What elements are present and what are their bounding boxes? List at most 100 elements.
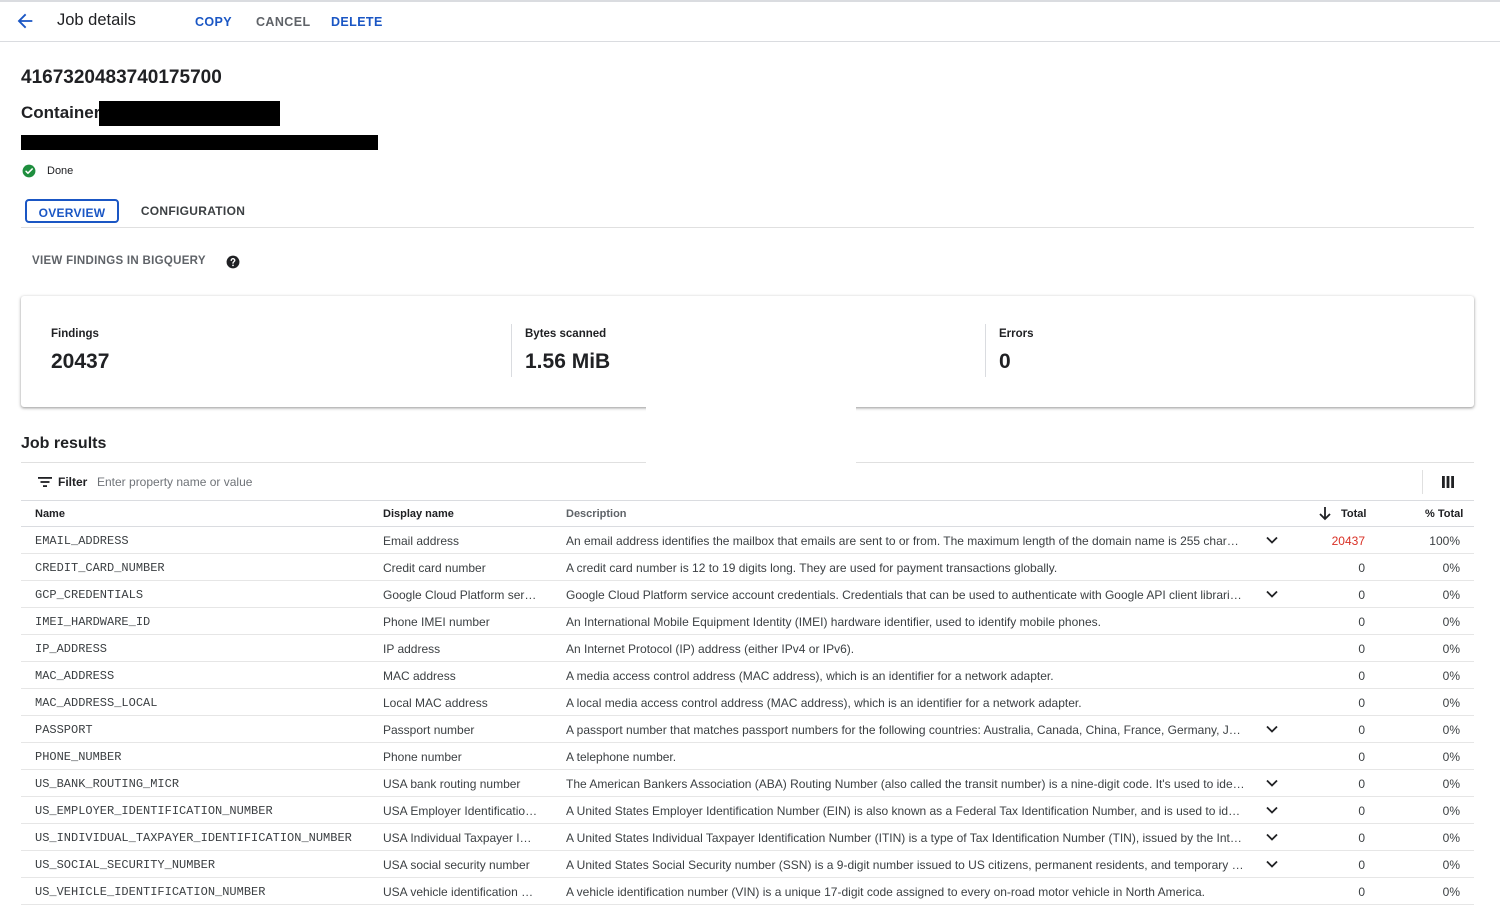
- cell-name: EMAIL_ADDRESS: [35, 534, 129, 548]
- cell-display-name: IP address: [383, 642, 441, 656]
- cell-name: US_INDIVIDUAL_TAXPAYER_IDENTIFICATION_NU…: [35, 831, 352, 845]
- redacted-container-name: [99, 101, 280, 126]
- table-row[interactable]: US_EMPLOYER_IDENTIFICATION_NUMBER USA Emp…: [21, 797, 1474, 824]
- cell-name: US_BANK_ROUTING_MICR: [35, 777, 180, 791]
- cell-display-name: Phone number: [383, 750, 462, 764]
- table-row[interactable]: MAC_ADDRESS_LOCAL Local MAC address A loca…: [21, 689, 1474, 716]
- stat-divider: [511, 324, 512, 377]
- cell-total: 0: [1358, 669, 1365, 683]
- cell-name: US_VEHICLE_IDENTIFICATION_NUMBER: [35, 885, 266, 899]
- cell-description: A media access control address (MAC addr…: [566, 669, 1054, 683]
- chevron-down-icon[interactable]: [1264, 721, 1280, 737]
- cell-name: CREDIT_CARD_NUMBER: [35, 561, 165, 575]
- cell-total: 0: [1358, 804, 1365, 818]
- delete-button[interactable]: DELETE: [331, 15, 383, 29]
- cell-total: 20437: [1331, 534, 1365, 548]
- cell-description: An Internet Protocol (IP) address (eithe…: [566, 642, 855, 656]
- status-text: Done: [47, 165, 74, 177]
- cell-display-name: USA Employer Identificatio…: [383, 804, 538, 818]
- tab-configuration[interactable]: CONFIGURATION: [135, 199, 251, 223]
- chevron-down-icon[interactable]: [1264, 586, 1280, 602]
- cell-total: 0: [1358, 858, 1365, 872]
- help-icon[interactable]: [226, 255, 240, 269]
- table-row[interactable]: US_BANK_ROUTING_MICR USA bank routing num…: [21, 770, 1474, 797]
- cell-percent-total: 0%: [1442, 588, 1460, 602]
- column-header-description[interactable]: Description: [566, 508, 627, 520]
- cell-description: A passport number that matches passport …: [566, 723, 1246, 737]
- table-row[interactable]: MAC_ADDRESS MAC address A media access con…: [21, 662, 1474, 689]
- chevron-down-icon[interactable]: [1264, 532, 1280, 548]
- table-row[interactable]: EMAIL_ADDRESS Email address An email addre…: [21, 527, 1474, 554]
- column-header-name[interactable]: Name: [35, 508, 65, 520]
- table-row[interactable]: PASSPORT Passport number A passport number…: [21, 716, 1474, 743]
- column-display-icon[interactable]: [1442, 476, 1454, 488]
- cell-display-name: Email address: [383, 534, 460, 548]
- cell-total: 0: [1358, 885, 1365, 899]
- errors-value: 0: [999, 350, 1011, 373]
- cell-percent-total: 0%: [1442, 669, 1460, 683]
- chevron-down-icon[interactable]: [1264, 829, 1280, 845]
- tab-overview[interactable]: OVERVIEW: [25, 199, 119, 223]
- table-row[interactable]: US_SOCIAL_SECURITY_NUMBER USA social secu…: [21, 851, 1474, 878]
- cell-percent-total: 0%: [1442, 561, 1460, 575]
- chevron-down-icon[interactable]: [1264, 802, 1280, 818]
- container-label: Container:: [21, 103, 106, 122]
- toolbar-divider: [1422, 470, 1423, 494]
- chevron-down-icon[interactable]: [1264, 775, 1280, 791]
- cell-description: A telephone number.: [566, 750, 677, 764]
- sort-descending-icon[interactable]: [1319, 507, 1331, 521]
- cell-name: IP_ADDRESS: [35, 642, 108, 656]
- copy-button[interactable]: COPY: [195, 15, 232, 29]
- table-row[interactable]: IP_ADDRESS IP address An Internet Protocol…: [21, 635, 1474, 662]
- table-row[interactable]: US_VEHICLE_IDENTIFICATION_NUMBER USA vehi…: [21, 878, 1474, 905]
- cell-total: 0: [1358, 831, 1365, 845]
- cell-total: 0: [1358, 561, 1365, 575]
- cell-description: A local media access control address (MA…: [566, 696, 1082, 710]
- cell-percent-total: 0%: [1442, 885, 1460, 899]
- table-row[interactable]: GCP_CREDENTIALS Google Cloud Platform ser…: [21, 581, 1474, 608]
- column-header-total[interactable]: Total: [1341, 508, 1366, 520]
- cell-name: PHONE_NUMBER: [35, 750, 122, 764]
- tab-divider: [21, 227, 1474, 228]
- table-row[interactable]: PHONE_NUMBER Phone number A telephone numb…: [21, 743, 1474, 770]
- top-bar: Job details COPY CANCEL DELETE: [0, 0, 1500, 42]
- blank-region: [646, 403, 856, 503]
- job-id: 4167320483740175700: [21, 67, 222, 88]
- cell-display-name: USA social security number: [383, 858, 530, 872]
- redacted-container-path: [21, 135, 378, 150]
- job-results-title: Job results: [21, 435, 107, 452]
- summary-card: Findings 20437 Bytes scanned 1.56 MiB Er…: [21, 296, 1474, 407]
- cell-description: A vehicle identification number (VIN) is…: [566, 885, 1205, 899]
- arrow-back-icon[interactable]: [14, 10, 36, 32]
- cell-percent-total: 0%: [1442, 723, 1460, 737]
- view-findings-bigquery-link[interactable]: VIEW FINDINGS IN BIGQUERY: [32, 255, 206, 267]
- cell-total: 0: [1358, 696, 1365, 710]
- cell-percent-total: 0%: [1442, 804, 1460, 818]
- table-row[interactable]: CREDIT_CARD_NUMBER Credit card number A cr…: [21, 554, 1474, 581]
- filter-icon[interactable]: [38, 476, 52, 488]
- cell-display-name: Google Cloud Platform ser…: [383, 588, 537, 602]
- column-header-percent-total[interactable]: % Total: [1425, 508, 1463, 520]
- check-circle-icon: [22, 164, 36, 178]
- cell-description: A United States Social Security number (…: [566, 858, 1246, 872]
- cell-total: 0: [1358, 750, 1365, 764]
- cell-percent-total: 0%: [1442, 696, 1460, 710]
- cell-display-name: USA Individual Taxpayer Id…: [383, 831, 538, 845]
- filter-label[interactable]: Filter: [58, 475, 87, 489]
- cell-description: A United States Employer Identification …: [566, 804, 1246, 818]
- cell-name: IMEI_HARDWARE_ID: [35, 615, 151, 629]
- cancel-button[interactable]: CANCEL: [256, 15, 310, 29]
- cell-display-name: Phone IMEI number: [383, 615, 490, 629]
- cell-description: A United States Individual Taxpayer Iden…: [566, 831, 1242, 845]
- table-row[interactable]: IMEI_HARDWARE_ID Phone IMEI number An Inte…: [21, 608, 1474, 635]
- stat-divider: [985, 324, 986, 377]
- column-header-display-name[interactable]: Display name: [383, 508, 454, 520]
- cell-percent-total: 0%: [1442, 750, 1460, 764]
- cell-percent-total: 0%: [1442, 831, 1460, 845]
- page-title: Job details: [57, 11, 136, 29]
- table-row[interactable]: US_INDIVIDUAL_TAXPAYER_IDENTIFICATION_NU…: [21, 824, 1474, 851]
- chevron-down-icon[interactable]: [1264, 856, 1280, 872]
- cell-percent-total: 0%: [1442, 642, 1460, 656]
- filter-input[interactable]: [97, 472, 597, 492]
- cell-description: Google Cloud Platform service account cr…: [566, 588, 1242, 602]
